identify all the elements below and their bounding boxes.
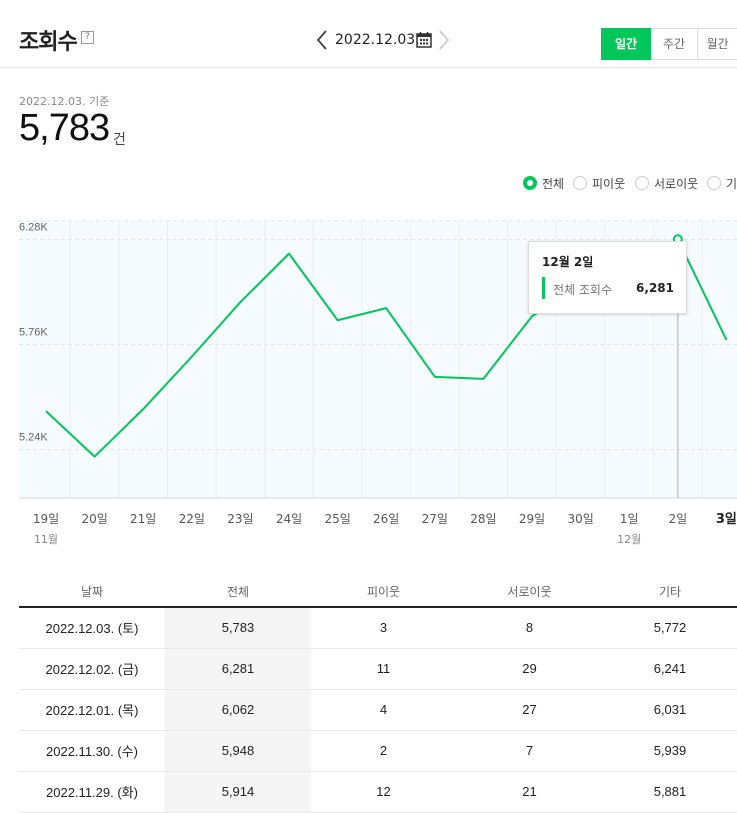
x-tick-label: 25일	[324, 512, 350, 526]
cell-mutual-neighbor: 7	[456, 730, 603, 772]
table-row: 2022.12.02. (금) 6,281 11 29 6,241	[19, 648, 737, 690]
cell-total: 5,914	[165, 771, 311, 813]
cell-total: 6,062	[165, 689, 311, 731]
tooltip-value: 6,281	[636, 281, 674, 295]
column-header-mutual-neighbor[interactable]: 서로이웃	[456, 576, 603, 608]
radio-selected-icon	[523, 176, 537, 190]
header-bar: 조회수 ? 2022.12.03. 일간 주간 월간	[0, 0, 737, 68]
chart-tooltip: 12월 2일 전체 조회수 6,281	[528, 241, 687, 314]
column-header-neighbor[interactable]: 피이웃	[311, 576, 456, 608]
column-header-date[interactable]: 날짜	[19, 576, 165, 608]
table-row: 2022.12.03. (토) 5,783 3 8 5,772	[19, 607, 737, 649]
table-row: 2022.11.29. (화) 5,914 12 21 5,881	[19, 771, 737, 813]
cell-date: 2022.12.02. (금)	[19, 648, 165, 690]
page-title: 조회수	[19, 30, 78, 55]
cell-other: 5,939	[603, 730, 737, 772]
cell-neighbor: 3	[311, 607, 456, 649]
daily-views-table: 날짜 전체 피이웃 서로이웃 기타 2022.12.03. (토) 5,783 …	[19, 576, 737, 813]
x-month-label: 11월	[34, 533, 58, 546]
current-date: 2022.12.03.	[335, 32, 420, 48]
cell-date: 2022.11.30. (수)	[19, 730, 165, 772]
x-tick-label: 21일	[130, 512, 156, 526]
y-tick-label: 6.28K	[19, 221, 48, 233]
tab-daily[interactable]: 일간	[601, 28, 651, 60]
cell-other: 6,241	[603, 648, 737, 690]
x-tick-label: 3일	[716, 512, 737, 527]
tab-weekly[interactable]: 주간	[651, 28, 698, 60]
cell-other: 6,031	[603, 689, 737, 731]
tab-monthly[interactable]: 월간	[698, 28, 737, 60]
x-tick-label: 28일	[470, 512, 496, 526]
chevron-right-icon[interactable]	[437, 28, 451, 52]
x-tick-label: 20일	[81, 512, 107, 526]
cell-total: 5,783	[165, 607, 311, 649]
x-tick-label: 22일	[179, 512, 205, 526]
cell-date: 2022.11.29. (화)	[19, 771, 165, 813]
cell-mutual-neighbor: 29	[456, 648, 603, 690]
filter-label: 전체	[542, 177, 565, 191]
x-tick-label: 23일	[227, 512, 253, 526]
x-tick-label: 19일	[33, 512, 59, 526]
total-views-value: 5,783	[19, 107, 110, 149]
cell-date: 2022.12.01. (목)	[19, 689, 165, 731]
cell-neighbor: 2	[311, 730, 456, 772]
cell-other: 5,772	[603, 607, 737, 649]
cell-mutual-neighbor: 21	[456, 771, 603, 813]
column-header-other[interactable]: 기타	[603, 576, 737, 608]
y-tick-label: 5.24K	[19, 432, 48, 444]
x-tick-label: 2일	[668, 512, 687, 526]
cell-mutual-neighbor: 8	[456, 607, 603, 649]
tooltip-title: 12월 2일	[542, 255, 594, 269]
filter-label: 서로이웃	[654, 177, 699, 191]
table-row: 2022.12.01. (목) 6,062 4 27 6,031	[19, 689, 737, 731]
cell-neighbor: 4	[311, 689, 456, 731]
cell-neighbor: 12	[311, 771, 456, 813]
cell-other: 5,881	[603, 771, 737, 813]
calendar-icon[interactable]	[416, 31, 432, 48]
total-views-unit: 건	[113, 132, 126, 148]
cell-total: 5,948	[165, 730, 311, 772]
x-tick-label: 26일	[373, 512, 399, 526]
radio-icon	[707, 176, 721, 190]
x-month-label: 12월	[617, 533, 641, 546]
chevron-left-icon[interactable]	[315, 28, 329, 52]
table-header-row: 날짜 전체 피이웃 서로이웃 기타	[19, 576, 737, 608]
cell-neighbor: 11	[311, 648, 456, 690]
help-icon[interactable]: ?	[81, 31, 94, 44]
radio-icon	[573, 176, 587, 190]
tooltip-label: 전체 조회수	[553, 283, 613, 297]
x-tick-label: 1일	[620, 512, 639, 526]
cell-mutual-neighbor: 27	[456, 689, 603, 731]
x-tick-label: 27일	[422, 512, 448, 526]
x-tick-label: 30일	[567, 512, 593, 526]
filter-label: 피이웃	[592, 177, 626, 191]
filter-label: 기	[726, 177, 737, 191]
cell-date: 2022.12.03. (토)	[19, 607, 165, 649]
table-row: 2022.11.30. (수) 5,948 2 7 5,939	[19, 730, 737, 772]
cell-total: 6,281	[165, 648, 311, 690]
y-tick-label: 5.76K	[19, 327, 48, 339]
series-color-marker	[542, 277, 545, 299]
x-tick-label: 29일	[519, 512, 545, 526]
radio-icon	[635, 176, 649, 190]
column-header-total[interactable]: 전체	[165, 576, 311, 608]
x-tick-label: 24일	[276, 512, 302, 526]
period-tabs: 일간 주간 월간	[601, 28, 737, 60]
